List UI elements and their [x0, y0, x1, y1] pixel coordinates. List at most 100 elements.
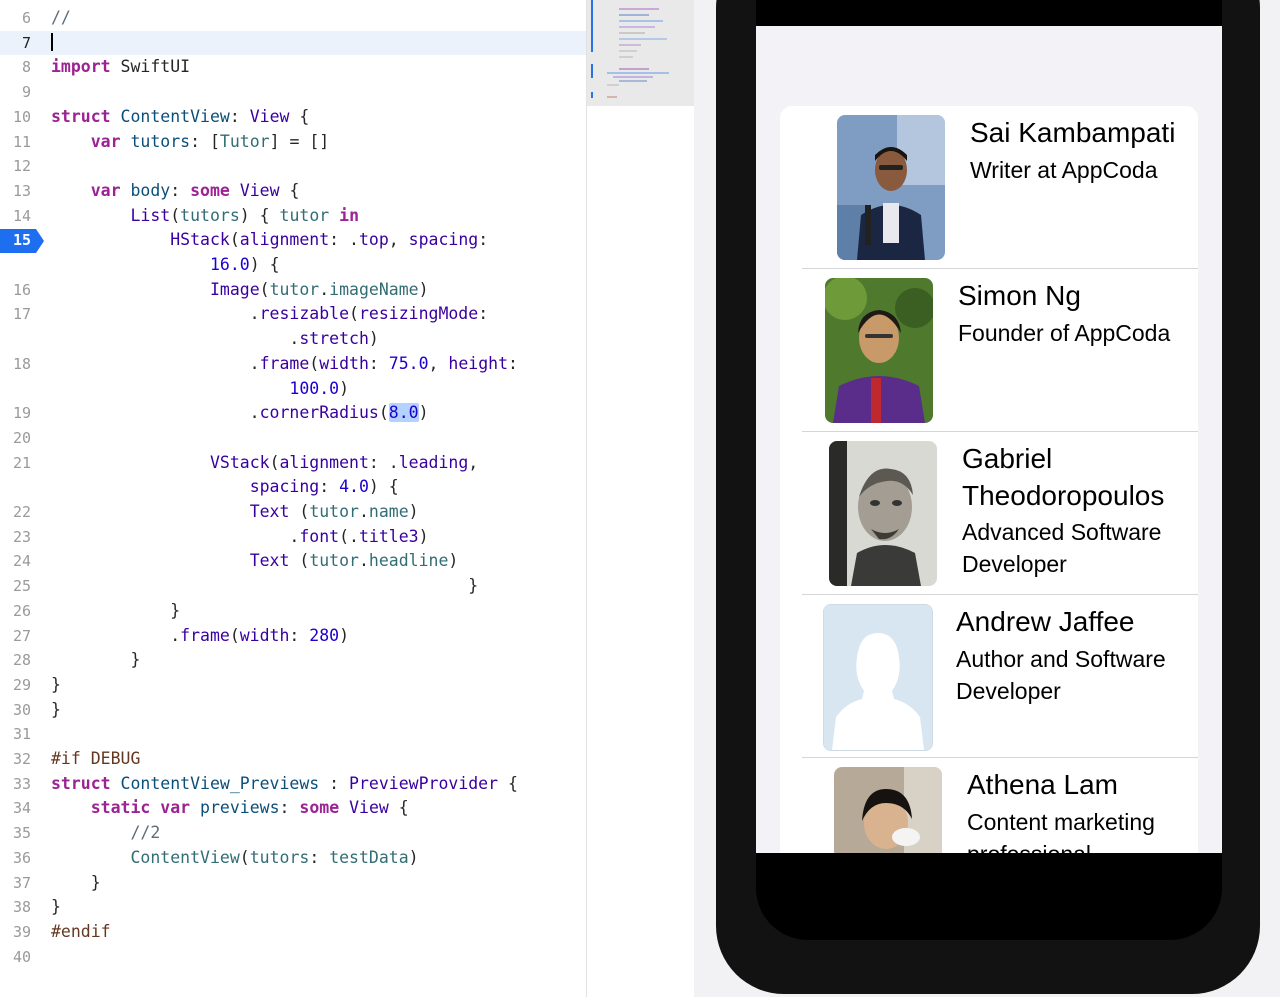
line-number[interactable]: 32 — [0, 747, 31, 772]
code-text[interactable]: .resizable(resizingMode: — [51, 302, 488, 327]
preview-canvas[interactable]: Sai Kambampati Writer at AppCoda Simon N… — [694, 0, 1280, 997]
line-number[interactable]: 20 — [0, 426, 31, 451]
code-text[interactable]: 100.0) — [51, 377, 349, 402]
code-token: : [ — [190, 131, 220, 151]
code-token: previews — [200, 798, 280, 818]
tutor-row[interactable]: Athena Lam Content marketing professiona… — [780, 758, 1198, 853]
code-editor[interactable]: 6 // 7 8 import SwiftUI 9 10 struct ContentView… — [0, 0, 586, 997]
line-number[interactable]: 35 — [0, 821, 31, 846]
device-screen[interactable]: Sai Kambampati Writer at AppCoda Simon N… — [756, 26, 1222, 853]
tutor-row[interactable]: Gabriel Theodoropoulos Advanced Software… — [780, 432, 1198, 595]
code-token: { — [289, 106, 310, 126]
code-token: width — [239, 625, 290, 645]
code-text[interactable]: var body: some View { — [51, 179, 300, 204]
code-token: ) { — [239, 205, 280, 225]
line-number[interactable]: 37 — [0, 871, 31, 896]
line-number[interactable]: 14 — [0, 204, 31, 229]
code-text[interactable]: //2 — [51, 821, 160, 846]
code-text[interactable]: HStack(alignment: .top, spacing: — [51, 228, 488, 253]
code-text[interactable]: Text (tutor.name) — [51, 500, 419, 525]
code-token: frame — [259, 353, 310, 373]
code-text[interactable]: } — [51, 871, 101, 896]
code-text[interactable]: import SwiftUI — [51, 55, 190, 80]
code-text[interactable]: spacing: 4.0) { — [51, 475, 399, 500]
line-number[interactable]: 25 — [0, 574, 31, 599]
current-line-highlight — [0, 31, 586, 55]
code-text[interactable]: } — [51, 574, 478, 599]
line-number[interactable]: 8 — [0, 55, 31, 80]
code-text[interactable]: // — [51, 6, 71, 31]
line-number[interactable]: 38 — [0, 895, 31, 920]
code-text[interactable] — [51, 31, 53, 56]
breakpoint-line-number[interactable]: 15 — [0, 228, 31, 252]
code-text[interactable]: .frame(width: 75.0, height: — [51, 352, 518, 377]
line-number[interactable]: 28 — [0, 648, 31, 673]
tutor-list[interactable]: Sai Kambampati Writer at AppCoda Simon N… — [780, 106, 1198, 853]
code-text[interactable]: .font(.title3) — [51, 525, 428, 550]
code-token: imageName — [329, 279, 419, 299]
line-number[interactable]: 7 — [0, 31, 31, 56]
code-text[interactable]: #endif — [51, 920, 111, 945]
line-number[interactable]: 17 — [0, 302, 31, 327]
code-text[interactable]: .frame(width: 280) — [51, 624, 349, 649]
tutor-row[interactable]: Andrew Jaffee Author and Software Develo… — [780, 595, 1198, 758]
code-text[interactable]: .stretch) — [51, 327, 378, 352]
line-number[interactable]: 34 — [0, 796, 31, 821]
code-token: ContentView — [120, 106, 230, 126]
line-number[interactable]: 11 — [0, 130, 31, 155]
code-text[interactable]: } — [51, 599, 180, 624]
minimap-line — [619, 56, 633, 58]
code-text[interactable]: } — [51, 673, 61, 698]
tutor-row[interactable]: Simon Ng Founder of AppCoda — [780, 269, 1198, 432]
minimap[interactable] — [586, 0, 695, 997]
line-number[interactable]: 39 — [0, 920, 31, 945]
code-token: } — [51, 650, 141, 670]
line-number[interactable]: 22 — [0, 500, 31, 525]
code-text[interactable]: Text (tutor.headline) — [51, 549, 459, 574]
minimap-change-marker — [591, 0, 593, 52]
code-token: in — [339, 205, 360, 225]
code-text[interactable]: ContentView(tutors: testData) — [51, 846, 418, 871]
line-number[interactable]: 33 — [0, 772, 31, 797]
code-token: HStack — [170, 230, 230, 250]
code-text[interactable]: } — [51, 895, 61, 920]
line-number[interactable]: 29 — [0, 673, 31, 698]
line-number[interactable]: 10 — [0, 105, 31, 130]
line-number[interactable]: 9 — [0, 80, 31, 105]
code-text[interactable]: } — [51, 698, 61, 723]
code-text[interactable]: VStack(alignment: .leading, — [51, 451, 478, 476]
code-token: frame — [180, 625, 230, 645]
line-number[interactable]: 18 — [0, 352, 31, 377]
line-number[interactable]: 13 — [0, 179, 31, 204]
code-text[interactable]: struct ContentView: View { — [51, 105, 309, 130]
line-number[interactable]: 24 — [0, 549, 31, 574]
code-text[interactable]: var tutors: [Tutor] = [] — [51, 130, 329, 155]
line-number[interactable]: 19 — [0, 401, 31, 426]
tutor-photo — [834, 767, 942, 853]
code-token: . — [358, 502, 369, 521]
line-number[interactable]: 26 — [0, 599, 31, 624]
code-text[interactable]: 16.0) { — [51, 253, 280, 278]
line-number[interactable]: 31 — [0, 722, 31, 747]
code-text[interactable]: struct ContentView_Previews : PreviewPro… — [51, 772, 518, 797]
line-number[interactable]: 23 — [0, 525, 31, 550]
tutor-row[interactable]: Sai Kambampati Writer at AppCoda — [780, 106, 1198, 269]
line-number[interactable]: 16 — [0, 278, 31, 303]
code-text[interactable]: List(tutors) { tutor in — [51, 204, 359, 229]
line-number[interactable]: 36 — [0, 846, 31, 871]
line-number[interactable]: 40 — [0, 945, 31, 970]
line-number[interactable]: 12 — [0, 154, 31, 179]
line-number[interactable]: 27 — [0, 624, 31, 649]
code-text[interactable]: #if DEBUG — [51, 747, 140, 772]
code-text[interactable]: static var previews: some View { — [51, 796, 409, 821]
code-token: Image — [209, 279, 260, 299]
code-text[interactable]: .cornerRadius(8.0) — [51, 401, 429, 426]
code-text[interactable]: Image(tutor.imageName) — [51, 278, 429, 303]
line-number[interactable]: 21 — [0, 451, 31, 476]
code-token: import — [51, 57, 111, 77]
line-number[interactable]: 6 — [0, 6, 31, 31]
line-number[interactable]: 30 — [0, 698, 31, 723]
code-text[interactable]: } — [51, 648, 140, 673]
